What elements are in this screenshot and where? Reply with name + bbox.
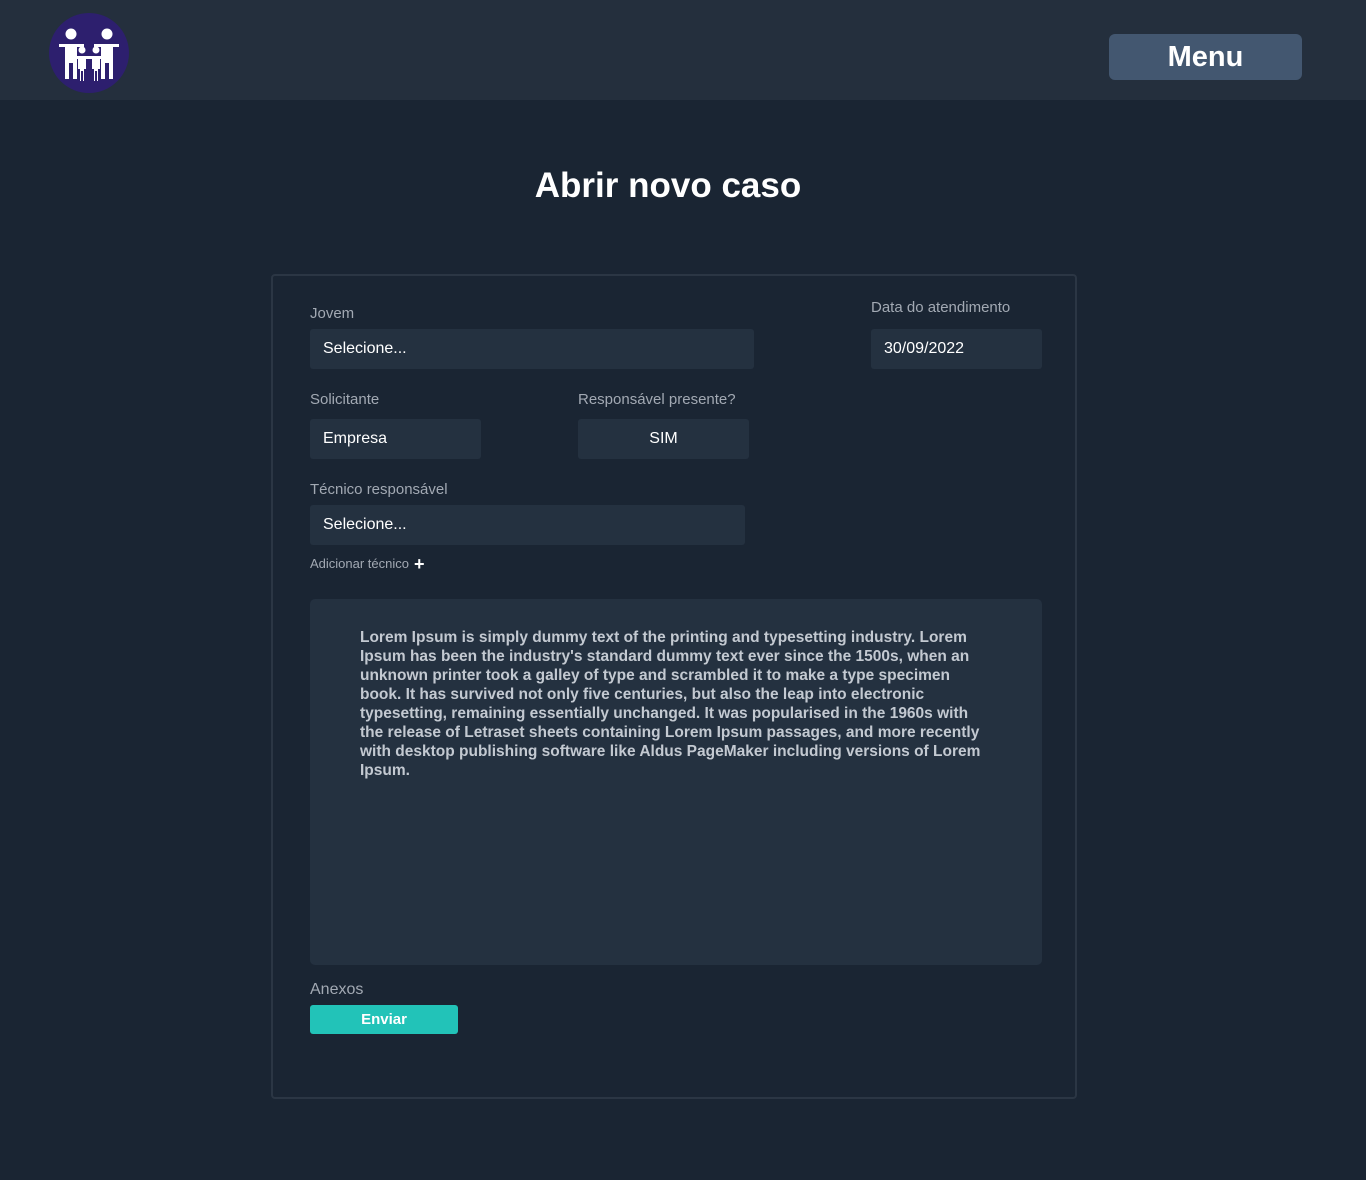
data-atendimento-label: Data do atendimento: [871, 299, 1011, 316]
menu-button[interactable]: Menu: [1109, 34, 1302, 80]
plus-icon: +: [414, 554, 425, 574]
tecnico-responsavel-label: Técnico responsável: [310, 481, 448, 498]
jovem-label: Jovem: [310, 305, 355, 322]
add-tecnico-label: Adicionar técnico: [310, 556, 409, 571]
responsavel-presente-select[interactable]: SIM: [578, 419, 749, 459]
data-atendimento-field[interactable]: 30/09/2022: [871, 329, 1042, 369]
send-attachment-button[interactable]: Enviar: [310, 1005, 458, 1034]
jovem-select[interactable]: Selecione...: [310, 329, 754, 369]
description-textarea[interactable]: Lorem Ipsum is simply dummy text of the …: [310, 599, 1042, 965]
solicitante-label: Solicitante: [310, 391, 380, 408]
page-title: Abrir novo caso: [534, 166, 802, 205]
responsavel-presente-label: Responsável presente?: [578, 391, 736, 408]
family-icon[interactable]: [49, 13, 129, 93]
family-icon-graphic: [59, 28, 119, 81]
anexos-label: Anexos: [310, 981, 364, 998]
top-bar: Menu: [0, 0, 1366, 100]
tecnico-responsavel-select[interactable]: Selecione...: [310, 505, 745, 545]
add-tecnico-link[interactable]: Adicionar técnico +: [310, 554, 425, 574]
solicitante-select[interactable]: Empresa: [310, 419, 481, 459]
